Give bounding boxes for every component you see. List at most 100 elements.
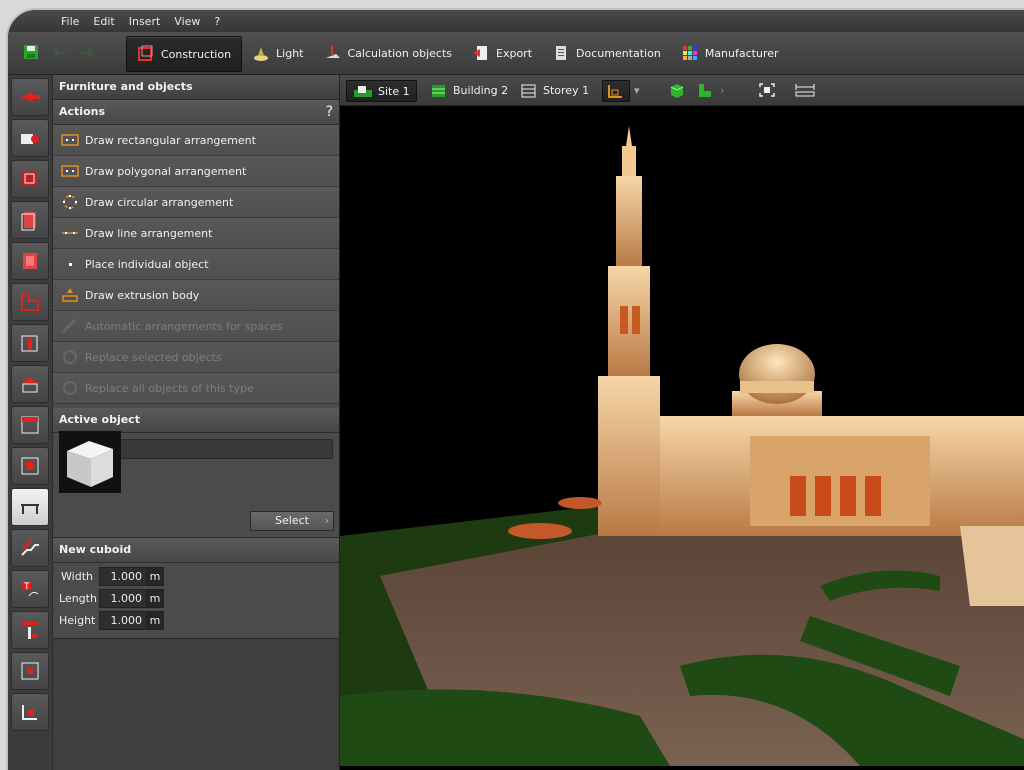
site-selector[interactable]: Site 1: [346, 80, 417, 102]
active-object-header: Active object: [53, 408, 339, 433]
new-cuboid-header: New cuboid: [53, 537, 339, 563]
object-preview: [59, 431, 121, 493]
window-tool-button[interactable]: [11, 242, 49, 280]
manufacturer-icon: [682, 46, 697, 60]
storey-icon: [521, 84, 536, 98]
menu-file[interactable]: File: [54, 15, 86, 28]
action-automatic-arrangements[interactable]: Automatic arrangements for spaces: [53, 311, 339, 342]
site-icon: [354, 86, 372, 97]
door-icon: [21, 212, 36, 231]
panel-title: Furniture and objects: [53, 75, 339, 100]
construction-icon: [138, 45, 153, 61]
tool-icon-column: T: [8, 75, 53, 770]
action-label: Draw circular arrangement: [85, 195, 234, 209]
action-rectangular-arrangement[interactable]: Draw rectangular arrangement: [53, 125, 339, 156]
wall-icon: [22, 171, 37, 186]
measure-button[interactable]: [788, 80, 822, 100]
cube-green-icon: [670, 84, 684, 98]
tab-manufacturer-label: Manufacturer: [704, 46, 779, 60]
plan-view-button[interactable]: [602, 80, 630, 102]
roof-tool-button[interactable]: [11, 365, 49, 403]
room-tool-button[interactable]: [11, 283, 49, 321]
tab-light-label: Light: [276, 46, 304, 60]
action-replace-selected[interactable]: Replace selected objects: [53, 342, 339, 373]
help-icon[interactable]: ?: [326, 100, 333, 124]
floor-icon: [21, 457, 39, 475]
length-input[interactable]: 1.000: [99, 588, 147, 608]
text-tool-button[interactable]: T: [11, 570, 49, 608]
section-tool-button[interactable]: [11, 652, 49, 690]
object-tool-button[interactable]: [11, 119, 49, 157]
action-replace-all[interactable]: Replace all objects of this type: [53, 373, 339, 404]
fit-view-button[interactable]: [752, 80, 782, 100]
action-line-arrangement[interactable]: Draw line arrangement: [53, 218, 339, 249]
tab-calculation-objects[interactable]: Calculation objects: [314, 36, 463, 70]
grid-tool-button[interactable]: [11, 693, 49, 731]
roof-icon: [21, 377, 39, 393]
menu-help[interactable]: ?: [207, 15, 227, 28]
tab-documentation[interactable]: Documentation: [542, 36, 671, 70]
3d-view-button[interactable]: [662, 80, 692, 100]
view-dropdown[interactable]: ▾: [632, 80, 642, 100]
tab-calculation-label: Calculation objects: [347, 46, 453, 60]
save-icon[interactable]: [22, 43, 40, 61]
view-more-button[interactable]: ›: [718, 80, 726, 100]
fit-to-screen-icon: [759, 83, 775, 97]
height-input[interactable]: 1.000: [99, 610, 147, 630]
width-unit: m: [147, 566, 164, 586]
actions-header-label: Actions: [59, 105, 105, 118]
select-button[interactable]: Select ›: [250, 511, 334, 531]
line-arrangement-icon: [61, 226, 79, 240]
action-label: Draw polygonal arrangement: [85, 164, 247, 178]
building-label: Building 2: [453, 83, 509, 97]
replace-icon: [61, 350, 79, 364]
measure-icon: [795, 84, 815, 97]
tab-light[interactable]: Light: [242, 36, 313, 70]
stairs-tool-button[interactable]: [11, 529, 49, 567]
mosque-scene-render: [340, 106, 1024, 766]
height-row: Height 1.000 m: [59, 609, 339, 631]
width-label: Width: [61, 569, 93, 583]
width-input[interactable]: 1.000: [99, 566, 147, 586]
menu-edit[interactable]: Edit: [86, 15, 121, 28]
storey-selector[interactable]: Storey 1: [514, 80, 595, 100]
tab-export[interactable]: Export: [462, 36, 542, 70]
rectangular-arrangement-icon: [61, 133, 79, 147]
storey-label: Storey 1: [543, 83, 590, 97]
room-view-button[interactable]: [690, 80, 720, 100]
action-label: Replace all objects of this type: [85, 381, 254, 395]
table-icon: [21, 504, 39, 514]
action-circular-arrangement[interactable]: Draw circular arrangement: [53, 187, 339, 218]
building-selector[interactable]: Building 2: [424, 80, 514, 100]
replace-all-icon: [61, 381, 79, 395]
redo-icon[interactable]: [78, 43, 96, 61]
grid-icon: [22, 705, 37, 720]
chevron-right-icon: ›: [720, 83, 725, 97]
action-polygonal-arrangement[interactable]: Draw polygonal arrangement: [53, 156, 339, 187]
menu-insert[interactable]: Insert: [122, 15, 168, 28]
menu-view[interactable]: View: [167, 15, 207, 28]
floor-tool-button[interactable]: [11, 447, 49, 485]
building-icon: [432, 85, 445, 97]
action-extrusion-body[interactable]: Draw extrusion body: [53, 280, 339, 311]
room-outline-icon: [21, 293, 39, 311]
furniture-panel: Furniture and objects Actions ? Draw rec…: [53, 75, 340, 770]
tab-construction[interactable]: Construction: [126, 36, 243, 72]
door-tool-button[interactable]: [11, 201, 49, 239]
dimension-tool-button[interactable]: [11, 611, 49, 649]
wall-tool-button[interactable]: [11, 160, 49, 198]
tab-manufacturer[interactable]: Manufacturer: [671, 36, 789, 70]
l-shape-icon: [699, 84, 711, 97]
column-tool-button[interactable]: [11, 324, 49, 362]
ceiling-tool-button[interactable]: [11, 406, 49, 444]
undo-icon[interactable]: [50, 43, 68, 61]
furniture-icon: [21, 134, 39, 144]
3d-viewport[interactable]: [340, 106, 1024, 770]
action-label: Draw line arrangement: [85, 226, 213, 240]
export-icon: [473, 46, 487, 60]
section-icon: [21, 662, 39, 680]
arrow-tool-button[interactable]: [11, 78, 49, 116]
cuboid-tool-button[interactable]: [11, 488, 49, 526]
svg-text:T: T: [23, 582, 30, 592]
action-place-individual[interactable]: Place individual object: [53, 249, 339, 280]
